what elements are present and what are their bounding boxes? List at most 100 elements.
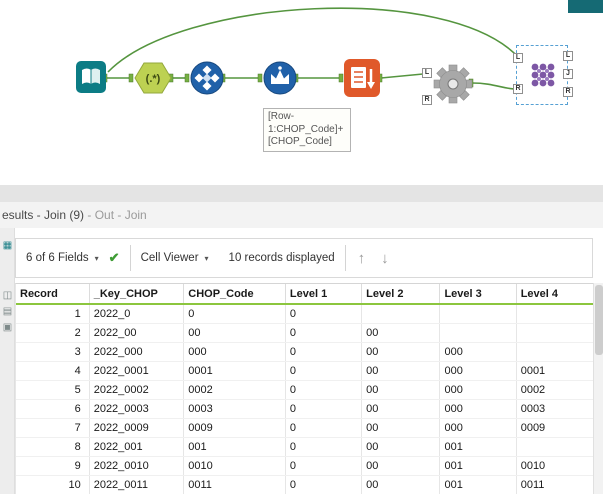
cell[interactable]: 0001 xyxy=(516,361,595,381)
cell[interactable] xyxy=(516,437,595,457)
fields-dropdown[interactable]: 6 of 6 Fields ▾ ✔ xyxy=(16,239,130,277)
select-tool[interactable] xyxy=(190,61,224,100)
cell[interactable]: 0010 xyxy=(516,456,595,476)
cell[interactable]: 0003 xyxy=(516,399,595,419)
join-output-anchor-J[interactable]: J xyxy=(563,69,573,79)
apply-check-icon[interactable]: ✔ xyxy=(109,250,120,266)
scroll-up-icon[interactable]: ↑ xyxy=(350,250,374,267)
sort-tool[interactable] xyxy=(344,59,380,102)
column-header[interactable]: Level 2 xyxy=(361,284,441,305)
multi-row-formula-tool[interactable] xyxy=(263,61,297,100)
cell[interactable]: 00 xyxy=(361,475,441,494)
cell[interactable]: 0 xyxy=(285,361,363,381)
row-number-cell[interactable]: 9 xyxy=(16,456,90,476)
cell[interactable]: 0009 xyxy=(183,418,286,438)
cell[interactable]: 2022_001 xyxy=(89,437,185,457)
save-icon[interactable]: ▤ xyxy=(0,306,15,322)
gear-input-anchor-L[interactable]: L xyxy=(422,68,432,78)
gear-input-anchor-R[interactable]: R xyxy=(422,95,432,105)
cell[interactable]: 00 xyxy=(361,380,441,400)
cell[interactable]: 001 xyxy=(183,437,286,457)
cell[interactable]: 0 xyxy=(285,399,363,419)
row-number-cell[interactable]: 6 xyxy=(16,399,90,419)
cell[interactable]: 000 xyxy=(439,380,517,400)
cell[interactable] xyxy=(516,304,595,324)
cell[interactable]: 00 xyxy=(361,437,441,457)
join-input-anchor-L[interactable]: L xyxy=(513,53,523,63)
cell[interactable]: 2022_00 xyxy=(89,323,185,343)
cell[interactable]: 2022_0009 xyxy=(89,418,185,438)
cell[interactable]: 2022_000 xyxy=(89,342,185,362)
tool-annotation[interactable]: [Row- 1:CHOP_Code]+ [CHOP_Code] xyxy=(263,108,351,152)
column-header[interactable]: Level 4 xyxy=(516,284,595,305)
cell[interactable]: 00 xyxy=(361,361,441,381)
cell[interactable]: 00 xyxy=(361,456,441,476)
gear-tool[interactable]: L R xyxy=(422,64,473,109)
cell[interactable]: 0009 xyxy=(516,418,595,438)
cell[interactable] xyxy=(439,323,517,343)
cell[interactable]: 000 xyxy=(439,399,517,419)
cell[interactable] xyxy=(516,342,595,362)
cell[interactable]: 0011 xyxy=(183,475,286,494)
cell[interactable]: 2022_0011 xyxy=(89,475,185,494)
copy-icon[interactable]: ◫ xyxy=(0,290,15,306)
cell[interactable] xyxy=(361,304,441,324)
row-number-cell[interactable]: 4 xyxy=(16,361,90,381)
regex-tool[interactable]: (.*) xyxy=(133,61,173,100)
join-output-anchor-L[interactable]: L xyxy=(563,51,573,61)
column-header[interactable]: Record xyxy=(16,284,90,305)
scroll-down-icon[interactable]: ↓ xyxy=(373,250,397,267)
cell[interactable]: 001 xyxy=(439,456,517,476)
column-header[interactable]: Level 1 xyxy=(285,284,363,305)
cell[interactable]: 0 xyxy=(285,475,363,494)
cell[interactable]: 00 xyxy=(183,323,286,343)
select-all-icon[interactable]: ▣ xyxy=(0,322,15,338)
cell[interactable]: 0 xyxy=(285,304,363,324)
vertical-scrollbar[interactable] xyxy=(593,283,603,494)
cell[interactable]: 00 xyxy=(361,323,441,343)
scrollbar-thumb[interactable] xyxy=(595,285,603,355)
cell[interactable]: 0003 xyxy=(183,399,286,419)
row-number-cell[interactable]: 8 xyxy=(16,437,90,457)
cell[interactable]: 000 xyxy=(183,342,286,362)
column-header[interactable]: _Key_CHOP xyxy=(89,284,185,305)
join-input-anchor-R[interactable]: R xyxy=(513,84,523,94)
cell[interactable]: 2022_0 xyxy=(89,304,185,324)
cell[interactable]: 0001 xyxy=(183,361,286,381)
cell[interactable]: 00 xyxy=(361,399,441,419)
cell[interactable]: 0 xyxy=(285,437,363,457)
row-number-cell[interactable]: 2 xyxy=(16,323,90,343)
cell[interactable]: 2022_0002 xyxy=(89,380,185,400)
cell[interactable]: 0010 xyxy=(183,456,286,476)
cell[interactable]: 001 xyxy=(439,437,517,457)
cell[interactable]: 0 xyxy=(285,323,363,343)
join-tool[interactable]: L R L J R xyxy=(513,51,573,98)
cell[interactable]: 0 xyxy=(183,304,286,324)
workflow-canvas[interactable]: (.*) L R L R L J R [Row- 1:CHOP_Code]+ [… xyxy=(0,0,603,185)
column-header[interactable]: Level 3 xyxy=(439,284,517,305)
cell[interactable]: 0002 xyxy=(183,380,286,400)
cell[interactable]: 2022_0001 xyxy=(89,361,185,381)
input-data-tool[interactable] xyxy=(76,61,106,98)
row-number-cell[interactable]: 3 xyxy=(16,342,90,362)
join-output-anchor-R[interactable]: R xyxy=(563,87,573,97)
cell[interactable]: 000 xyxy=(439,418,517,438)
cell[interactable] xyxy=(516,323,595,343)
column-header[interactable]: CHOP_Code xyxy=(183,284,286,305)
cell[interactable]: 0 xyxy=(285,456,363,476)
cell-viewer-dropdown[interactable]: Cell Viewer ▾ xyxy=(131,239,219,277)
pane-splitter[interactable] xyxy=(0,185,603,202)
cell[interactable]: 0002 xyxy=(516,380,595,400)
cell[interactable]: 00 xyxy=(361,342,441,362)
cell[interactable]: 00 xyxy=(361,418,441,438)
row-number-cell[interactable]: 7 xyxy=(16,418,90,438)
row-number-cell[interactable]: 1 xyxy=(16,304,90,324)
cell[interactable] xyxy=(439,304,517,324)
row-number-cell[interactable]: 5 xyxy=(16,380,90,400)
cell[interactable]: 000 xyxy=(439,361,517,381)
cell[interactable]: 0011 xyxy=(516,475,595,494)
cell[interactable]: 2022_0010 xyxy=(89,456,185,476)
table-view-icon[interactable]: ▦ xyxy=(0,240,15,256)
cell[interactable]: 000 xyxy=(439,342,517,362)
cell[interactable]: 001 xyxy=(439,475,517,494)
